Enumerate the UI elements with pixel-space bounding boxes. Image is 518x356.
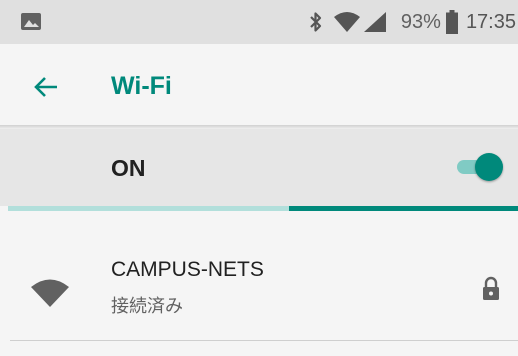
scan-progress-bar bbox=[8, 206, 518, 211]
wifi-master-switch-row[interactable]: ON bbox=[0, 129, 518, 206]
app-bar: Wi-Fi bbox=[0, 44, 518, 128]
image-notification-icon bbox=[20, 12, 42, 31]
cell-signal-icon bbox=[363, 11, 387, 33]
arrow-back-icon bbox=[33, 76, 59, 98]
back-button[interactable] bbox=[30, 72, 62, 102]
network-status: 接続済み bbox=[111, 296, 183, 316]
lock-icon bbox=[480, 276, 502, 302]
scan-progress-indicator bbox=[289, 206, 518, 211]
status-bar: 93% 17:35 bbox=[0, 0, 518, 44]
wifi-settings-screen: 93% 17:35 Wi-Fi ON CAMPUS-NETS 接続済み bbox=[0, 0, 518, 356]
status-icons: 93% 17:35 bbox=[309, 0, 518, 44]
bluetooth-icon bbox=[309, 11, 323, 33]
network-name: CAMPUS-NETS bbox=[111, 258, 264, 281]
wifi-signal-icon bbox=[333, 11, 361, 33]
page-title: Wi-Fi bbox=[111, 72, 172, 100]
switch-state-label: ON bbox=[111, 155, 146, 181]
clock: 17:35 bbox=[465, 10, 516, 33]
toggle-thumb bbox=[475, 153, 503, 181]
list-divider bbox=[10, 340, 518, 341]
battery-percentage: 93% bbox=[400, 10, 441, 33]
wifi-toggle[interactable] bbox=[455, 152, 503, 182]
battery-icon bbox=[445, 10, 458, 34]
network-list-item[interactable]: CAMPUS-NETS 接続済み bbox=[0, 228, 518, 338]
wifi-signal-icon bbox=[30, 278, 70, 308]
